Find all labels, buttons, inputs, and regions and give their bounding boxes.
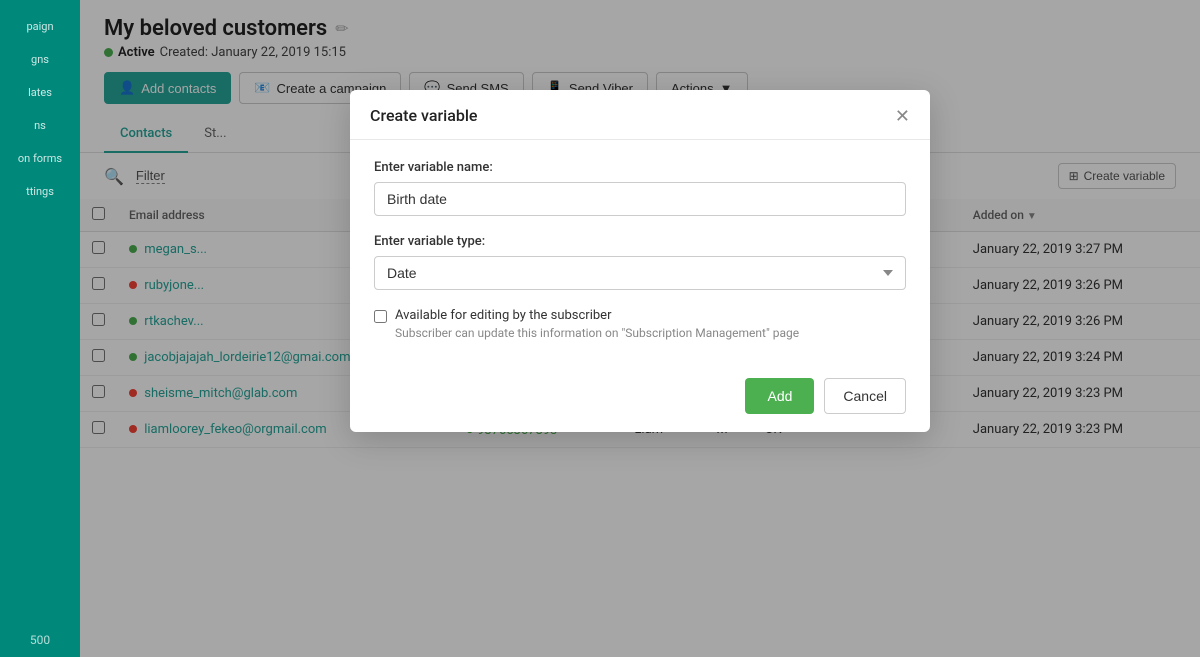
variable-type-select[interactable]: Text Number Date Boolean	[374, 256, 906, 290]
sidebar-item-notifications[interactable]: ns	[0, 109, 80, 142]
variable-name-label: Enter variable name:	[374, 160, 906, 175]
sidebar-item-campaign[interactable]: paign	[0, 10, 80, 43]
variable-name-group: Enter variable name:	[374, 160, 906, 216]
subscriber-editing-group: Available for editing by the subscriber …	[374, 308, 906, 340]
subscriber-editing-checkbox[interactable]	[374, 310, 387, 323]
variable-type-group: Enter variable type: Text Number Date Bo…	[374, 234, 906, 290]
sidebar-item-templates[interactable]: lates	[0, 76, 80, 109]
variable-type-label: Enter variable type:	[374, 234, 906, 249]
modal-title: Create variable	[370, 106, 477, 125]
pagination-count: 500	[30, 633, 50, 657]
sidebar-item-campaigns[interactable]: gns	[0, 43, 80, 76]
checkbox-label: Available for editing by the subscriber	[395, 308, 799, 323]
sidebar-item-settings[interactable]: ttings	[0, 175, 80, 208]
sidebar: paign gns lates ns on forms ttings 500	[0, 0, 80, 657]
modal-footer: Add Cancel	[350, 364, 930, 432]
modal-overlay: Create variable ✕ Enter variable name: E…	[80, 0, 1200, 657]
create-variable-modal: Create variable ✕ Enter variable name: E…	[350, 90, 930, 432]
variable-name-input[interactable]	[374, 182, 906, 216]
modal-header: Create variable ✕	[350, 90, 930, 140]
checkbox-hint: Subscriber can update this information o…	[395, 326, 799, 340]
cancel-button[interactable]: Cancel	[824, 378, 906, 414]
sidebar-item-opt-forms[interactable]: on forms	[0, 142, 80, 175]
modal-body: Enter variable name: Enter variable type…	[350, 140, 930, 364]
modal-close-button[interactable]: ✕	[895, 107, 910, 125]
main-content: My beloved customers ✏ Active Created: J…	[80, 0, 1200, 657]
add-button[interactable]: Add	[745, 378, 814, 414]
